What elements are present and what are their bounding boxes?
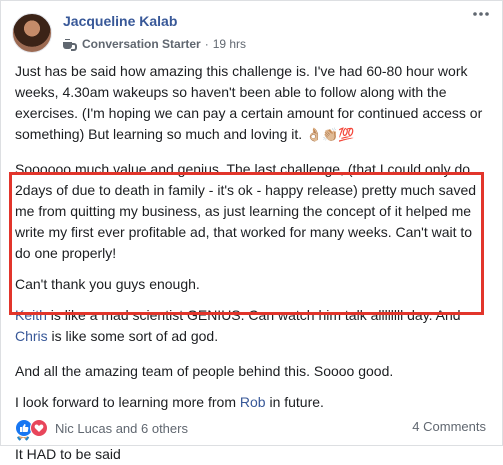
avatar[interactable]	[12, 13, 52, 53]
comments-count-link[interactable]: 4 Comments	[412, 419, 486, 434]
mention-chris[interactable]: Chris	[15, 328, 48, 344]
reaction-count[interactable]: Nic Lucas and 6 others	[55, 421, 188, 436]
post-paragraph-1: Just has be said how amazing this challe…	[15, 63, 483, 142]
ok-clap-hundred-emoji: 👌🏼👏🏼💯	[306, 127, 355, 142]
mention-rob[interactable]: Rob	[240, 394, 266, 410]
post-time[interactable]: 19 hrs	[213, 37, 246, 51]
highlight-box	[9, 172, 484, 315]
member-role[interactable]: Conversation Starter	[82, 37, 201, 51]
reaction-summary[interactable]: Nic Lucas and 6 others	[15, 419, 188, 437]
love-reaction-icon	[30, 419, 48, 437]
separator-dot: ·	[204, 37, 209, 51]
post-paragraph-6: I look forward to learning more from Rob…	[15, 394, 324, 410]
post-card: Jacqueline Kalab Conversation Starter · …	[0, 0, 503, 462]
post-paragraph-5: And all the amazing team of people behin…	[15, 363, 394, 379]
coffee-cup-icon	[63, 38, 78, 51]
post-meta: Conversation Starter · 19 hrs	[63, 37, 246, 51]
more-options-icon[interactable]	[472, 9, 490, 19]
post-footer: Nic Lucas and 6 others 4 Comments	[15, 419, 488, 437]
author-name[interactable]: Jacqueline Kalab	[63, 13, 177, 29]
